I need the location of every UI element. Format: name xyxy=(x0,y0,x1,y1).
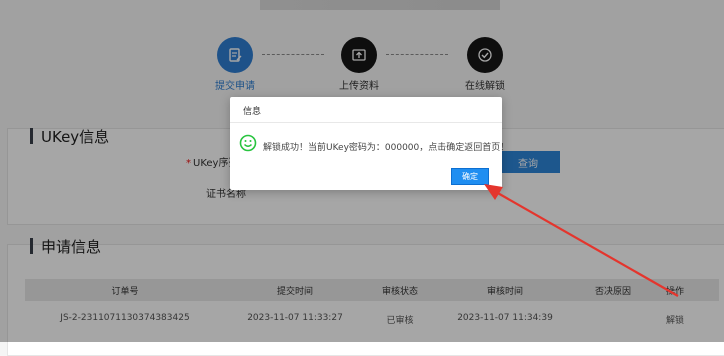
annotation-arrow xyxy=(484,184,679,297)
